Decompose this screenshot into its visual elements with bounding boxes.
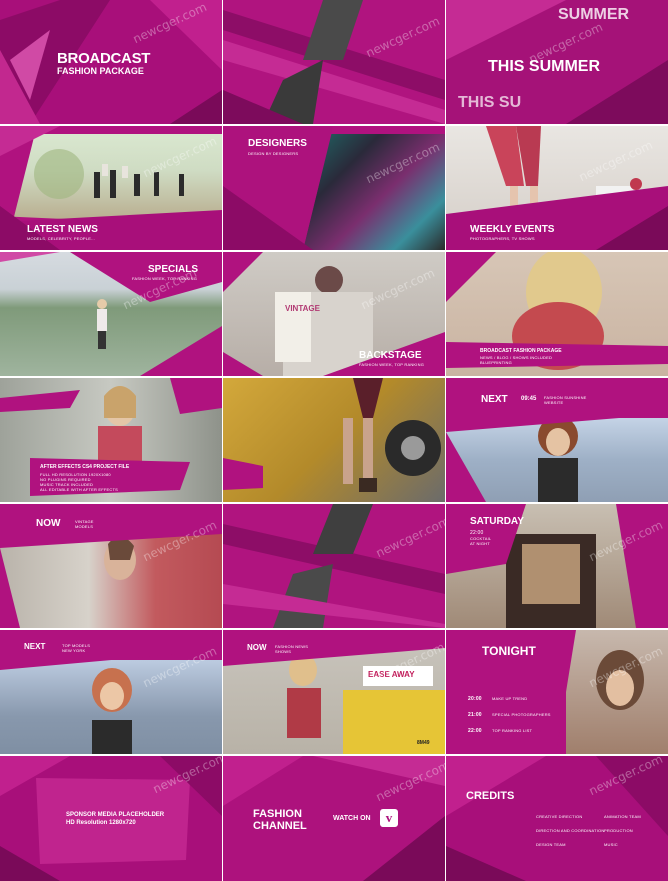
schedule-time-3: 22:00: [468, 728, 482, 734]
magenta-frame: [223, 458, 263, 490]
now-sub-2: SHOWS: [275, 649, 292, 654]
tile-title: BACKSTAGE: [359, 350, 422, 361]
tile-saturday: SATURDAY 22:00 COCKTAIL AT NIGHT newcger…: [446, 504, 668, 628]
credit-5: DESIGN TEAM: [536, 842, 566, 847]
credit-6: MUSIC: [604, 842, 618, 847]
tile-title: LATEST NEWS: [27, 224, 98, 235]
tile-next-2: NEXT TOP MODELS NEW YORK newcger.com: [0, 630, 222, 754]
next-time: 09:45: [521, 396, 537, 402]
tile-project-file: AFTER EFFECTS CS4 PROJECT FILE FULL HD R…: [0, 378, 222, 502]
tile-backstage: VINTAGE BACKSTAGE FASHION WEEK, TOP RANK…: [223, 252, 445, 376]
credit-1: CREATIVE DIRECTION: [536, 814, 583, 819]
tile-title: SATURDAY: [470, 516, 524, 527]
tile-designers: DESIGNERS DESIGN BY DESIGNERS newcger.co…: [223, 126, 445, 250]
schedule-show-2: SPECIAL PHOTOGRAPHERS: [492, 712, 551, 717]
tile-broadcast-title: BROADCAST FASHION PACKAGE newcger.com: [0, 0, 222, 124]
tile-title: BROADCAST FASHION PACKAGE: [480, 348, 562, 354]
now-sub-2: MODELS: [75, 524, 94, 529]
tile-specials: SPECIALS FASHION WEEK, TOP RANKING newcg…: [0, 252, 222, 376]
tile-summer-text: SUMMER THIS SUMMER THIS SU newcger.com: [446, 0, 668, 124]
tile-subtitle: FASHION WEEK, TOP RANKING: [359, 362, 425, 367]
tile-title: DESIGNERS: [248, 138, 307, 149]
spec-line-4: ALL EDITABLE WITH AFTER EFFECTS: [40, 487, 118, 492]
tile-weekly-events: WEEKLY EVENTS PHOTOGRAPHERS, TV SHOWS ne…: [446, 126, 668, 250]
credit-2: ANIMATION TEAM: [604, 814, 641, 819]
tile-tonight: TONIGHT 20:00 MAKE UP TREND 21:00 SPECIA…: [446, 630, 668, 754]
tile-latest-news: LATEST NEWS MODELS, CELEBRITY, PEOPLE...…: [0, 126, 222, 250]
schedule-show-3: TOP RANKING LIST: [492, 728, 533, 733]
info-line-2: BLUEPRINTING: [480, 360, 512, 365]
title-line-2: FASHION PACKAGE: [57, 66, 144, 76]
diagonal-stripes: [223, 0, 445, 124]
next-sub-2: WEBSITE: [544, 400, 564, 405]
summer-text-3: THIS SU: [458, 94, 522, 111]
sponsor-line-1: SPONSOR MEDIA PLACEHOLDER: [66, 812, 165, 818]
tile-sponsor: SPONSOR MEDIA PLACEHOLDER HD Resolution …: [0, 756, 222, 881]
tile-title: CREDITS: [466, 790, 515, 802]
magenta-frame: [0, 378, 222, 496]
sponsor-line-2: HD Resolution 1280x720: [66, 820, 136, 826]
tile-next: NEXT 09:45 FASHION SUNSHINE WEBSITE: [446, 378, 668, 502]
tile-subtitle: DESIGN BY DESIGNERS: [248, 151, 299, 156]
storyboard-grid: BROADCAST FASHION PACKAGE newcger.com ne…: [0, 0, 668, 881]
title-line-1: BROADCAST: [57, 50, 151, 67]
magenta-frame: [0, 504, 222, 628]
channel-title-2: CHANNEL: [253, 820, 307, 832]
tile-subtitle: PHOTOGRAPHERS, TV SHOWS: [470, 236, 535, 241]
credit-3: DIRECTION AND COORDINATION: [536, 828, 605, 833]
magenta-frame: [446, 630, 576, 754]
vimeo-icon[interactable]: v: [380, 809, 398, 827]
schedule-show-1: MAKE UP TREND: [492, 696, 528, 701]
tile-title: TONIGHT: [482, 644, 536, 658]
saturday-sub-2: AT NIGHT: [470, 541, 490, 546]
next-label: NEXT: [481, 394, 508, 405]
diagonal-stripes: [223, 504, 445, 628]
tile-title: WEEKLY EVENTS: [470, 224, 555, 235]
now-label: NOW: [36, 518, 61, 529]
watch-on-label: WATCH ON: [333, 815, 371, 822]
credit-4: PRODUCTION: [604, 828, 633, 833]
tile-now-vintage: NOW VINTAGE MODELS newcger.com: [0, 504, 222, 628]
next-label: NEXT: [24, 642, 46, 651]
tile-fashion-channel: FASHION CHANNEL WATCH ON v newcger.com: [223, 756, 445, 881]
schedule-time-2: 21:00: [468, 712, 482, 718]
tile-subtitle: MODELS, CELEBRITY, PEOPLE...: [27, 236, 95, 241]
tile-diagonal-transition: newcger.com: [223, 0, 445, 124]
tile-credits: CREDITS CREATIVE DIRECTION ANIMATION TEA…: [446, 756, 668, 881]
tile-title: AFTER EFFECTS CS4 PROJECT FILE: [40, 464, 130, 470]
now-label: NOW: [247, 643, 267, 652]
tile-taxi-legs: [223, 378, 445, 502]
tile-diagonal-transition-2: newcger.com: [223, 504, 445, 628]
schedule-time-1: 20:00: [468, 696, 482, 702]
tile-broadcast-info: BROADCAST FASHION PACKAGE NEWS / BLOG / …: [446, 252, 668, 376]
tile-now-taxi: EASE AWAY 8M49 NOW FASHION NEWS SHOWS ne…: [223, 630, 445, 754]
channel-title-1: FASHION: [253, 808, 302, 820]
next-sub-2: NEW YORK: [62, 648, 86, 653]
